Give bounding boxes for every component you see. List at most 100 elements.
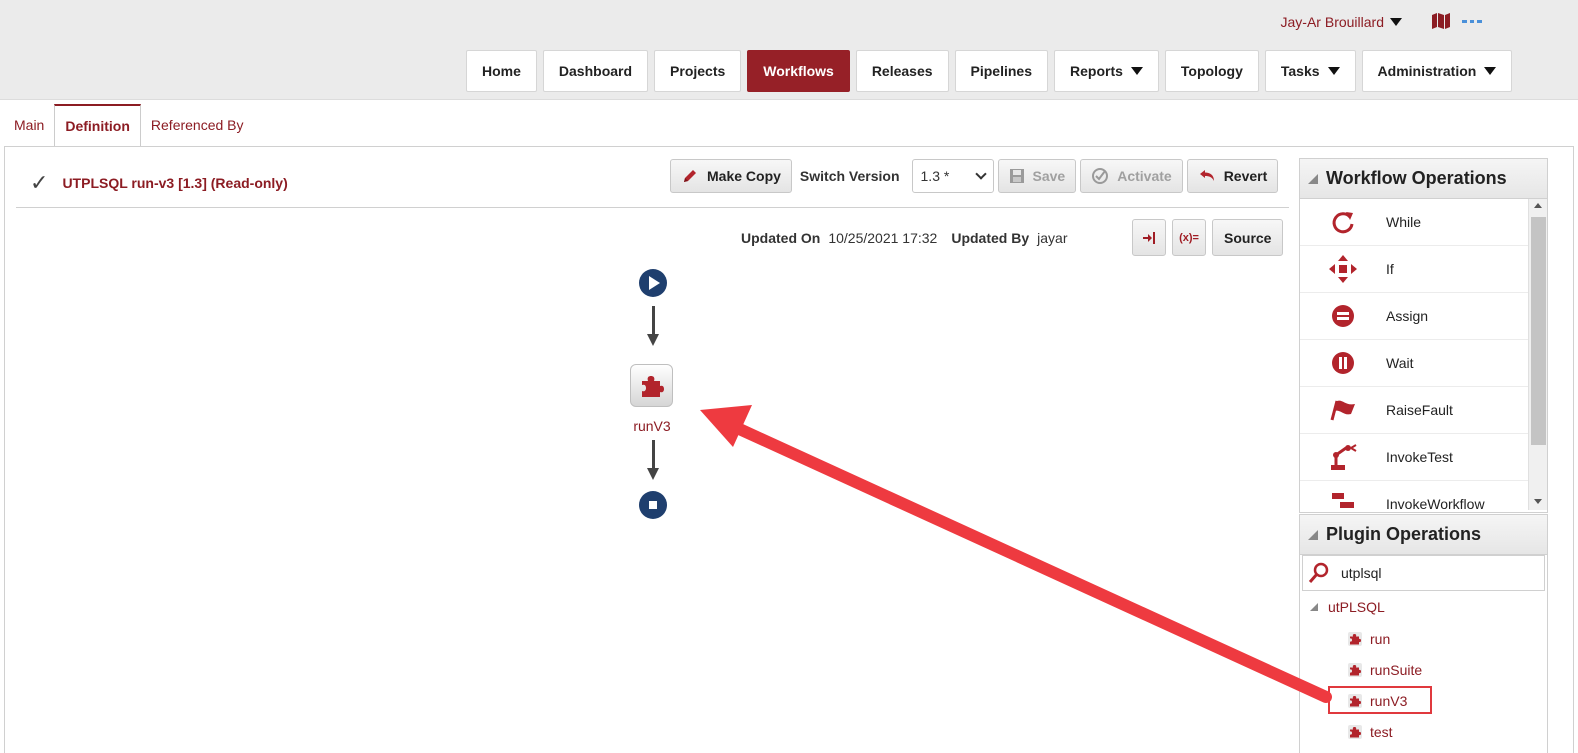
flow-arrow <box>647 440 659 480</box>
nav-dashboard[interactable]: Dashboard <box>542 50 649 92</box>
more-icon[interactable] <box>1462 20 1483 24</box>
floppy-disk-icon <box>1009 169 1024 183</box>
workflow-header: ✓ UTPLSQL run-v3 [1.3] (Read-only) <box>30 170 288 196</box>
op-label: InvokeWorkflow <box>1386 496 1485 510</box>
robot-arm-icon <box>1331 444 1357 470</box>
undo-icon <box>1199 170 1214 181</box>
import-button[interactable] <box>1132 219 1166 256</box>
map-icon[interactable] <box>1431 12 1451 30</box>
op-raisefault[interactable]: RaiseFault <box>1300 387 1528 434</box>
op-wait[interactable]: Wait <box>1300 340 1528 387</box>
user-name: Jay-Ar Brouillard <box>1280 14 1384 30</box>
sign-in-icon <box>1143 231 1155 244</box>
updated-on-value: 10/25/2021 17:32 <box>828 230 938 246</box>
main-nav: Home Dashboard Projects Workflows Releases Pi… <box>466 50 1513 92</box>
definition-actions: (x)= Source <box>1132 219 1284 256</box>
assign-icon <box>1332 305 1354 327</box>
puzzle-piece-icon <box>1348 724 1362 739</box>
workflow-operations-panel: Workflow Operations While If Assign Wait… <box>1299 158 1548 513</box>
tab-definition[interactable]: Definition <box>54 104 141 146</box>
workflow-title: UTPLSQL run-v3 [1.3] (Read-only) <box>62 175 288 191</box>
nav-label: Home <box>482 63 521 79</box>
user-menu[interactable]: Jay-Ar Brouillard <box>1281 14 1402 30</box>
checkmark-icon: ✓ <box>30 170 49 195</box>
tree-group-utplsql[interactable]: utPLSQL <box>1300 591 1547 623</box>
variables-label: (x)= <box>1179 231 1199 244</box>
caret-down-icon <box>1327 67 1340 75</box>
nav-administration[interactable]: Administration <box>1361 50 1513 92</box>
nav-reports[interactable]: Reports <box>1054 50 1159 92</box>
tree-group-label: utPLSQL <box>1328 599 1385 615</box>
op-invoketest[interactable]: InvokeTest <box>1300 434 1528 481</box>
plugin-op-label: test <box>1370 723 1393 740</box>
nav-label: Releases <box>871 63 933 79</box>
op-label: RaiseFault <box>1386 402 1453 418</box>
caret-down-icon <box>1130 67 1143 75</box>
version-select[interactable]: 1.3 * <box>911 159 994 193</box>
update-info: Updated On 10/25/2021 17:32 Updated By j… <box>741 230 1068 246</box>
tab-strip: Main Definition Referenced By <box>4 104 254 146</box>
variables-button[interactable]: (x)= <box>1172 219 1206 256</box>
plugin-op-label: run <box>1370 630 1391 647</box>
tab-referenced-by[interactable]: Referenced By <box>141 104 254 146</box>
operations-scrollbar[interactable] <box>1528 199 1547 510</box>
scroll-down-icon[interactable] <box>1534 499 1542 504</box>
expand-triangle-icon <box>1310 603 1318 611</box>
nav-label: Reports <box>1070 63 1123 79</box>
chevron-down-icon <box>974 168 987 180</box>
scroll-up-icon[interactable] <box>1534 203 1542 208</box>
plugin-op-test[interactable]: test <box>1300 716 1547 747</box>
plugin-operations-title: Plugin Operations <box>1326 524 1482 544</box>
workflow-operations-list: While If Assign Wait RaiseFault InvokeTe… <box>1300 199 1547 510</box>
workflow-operations-header[interactable]: Workflow Operations <box>1300 159 1547 199</box>
end-node-icon[interactable] <box>638 490 668 520</box>
scroll-thumb[interactable] <box>1531 217 1546 445</box>
task-node-label: runV3 <box>633 418 671 434</box>
updated-by-value: jayar <box>1037 230 1068 246</box>
activate-label: Activate <box>1117 168 1172 184</box>
nav-tasks[interactable]: Tasks <box>1264 50 1356 92</box>
pause-icon <box>1332 352 1354 374</box>
revert-label: Revert <box>1223 168 1268 184</box>
op-assign[interactable]: Assign <box>1300 293 1528 340</box>
flag-icon <box>1330 400 1355 421</box>
activate-check-icon <box>1092 168 1109 184</box>
plugin-search-input[interactable]: utplsql <box>1302 555 1545 591</box>
nav-topology[interactable]: Topology <box>1164 50 1259 92</box>
collapse-triangle-icon <box>1308 529 1318 540</box>
loop-icon <box>1332 212 1354 234</box>
save-button[interactable]: Save <box>997 159 1077 193</box>
nav-pipelines[interactable]: Pipelines <box>954 50 1048 92</box>
nav-workflows[interactable]: Workflows <box>747 50 850 92</box>
plugin-operations-panel: Plugin Operations utplsql utPLSQL run ru… <box>1299 514 1548 753</box>
source-button[interactable]: Source <box>1212 219 1284 256</box>
caret-down-icon <box>1484 67 1497 75</box>
plugin-op-run[interactable]: run <box>1300 623 1547 654</box>
op-invokeworkflow[interactable]: InvokeWorkflow <box>1300 481 1528 510</box>
make-copy-button[interactable]: Make Copy <box>670 159 792 193</box>
workflow-operations-title: Workflow Operations <box>1326 168 1507 188</box>
workflow-toolbar: Make Copy Switch Version 1.3 * Save Acti… <box>670 159 1279 193</box>
op-label: Assign <box>1386 308 1429 324</box>
plugin-search-value: utplsql <box>1341 565 1382 581</box>
plugin-operations-header[interactable]: Plugin Operations <box>1300 515 1547 555</box>
revert-button[interactable]: Revert <box>1186 159 1279 193</box>
activate-button[interactable]: Activate <box>1080 159 1183 193</box>
nav-home[interactable]: Home <box>466 50 537 92</box>
plugin-op-runsuite[interactable]: runSuite <box>1300 654 1547 685</box>
start-node-icon[interactable] <box>638 268 668 298</box>
puzzle-piece-icon <box>641 375 664 397</box>
tab-main[interactable]: Main <box>4 104 54 146</box>
make-copy-label: Make Copy <box>707 168 781 184</box>
op-label: InvokeTest <box>1386 449 1453 465</box>
nav-releases[interactable]: Releases <box>855 50 949 92</box>
top-bar: Jay-Ar Brouillard Home Dashboard Projects W… <box>0 0 1578 100</box>
op-if[interactable]: If <box>1300 246 1528 293</box>
nav-projects[interactable]: Projects <box>654 50 742 92</box>
nav-label: Workflows <box>763 63 834 79</box>
op-label: While <box>1386 214 1422 230</box>
nav-label: Tasks <box>1280 63 1320 79</box>
op-while[interactable]: While <box>1300 199 1528 246</box>
runv3-task-node[interactable] <box>630 364 673 407</box>
puzzle-piece-icon <box>1348 631 1362 646</box>
